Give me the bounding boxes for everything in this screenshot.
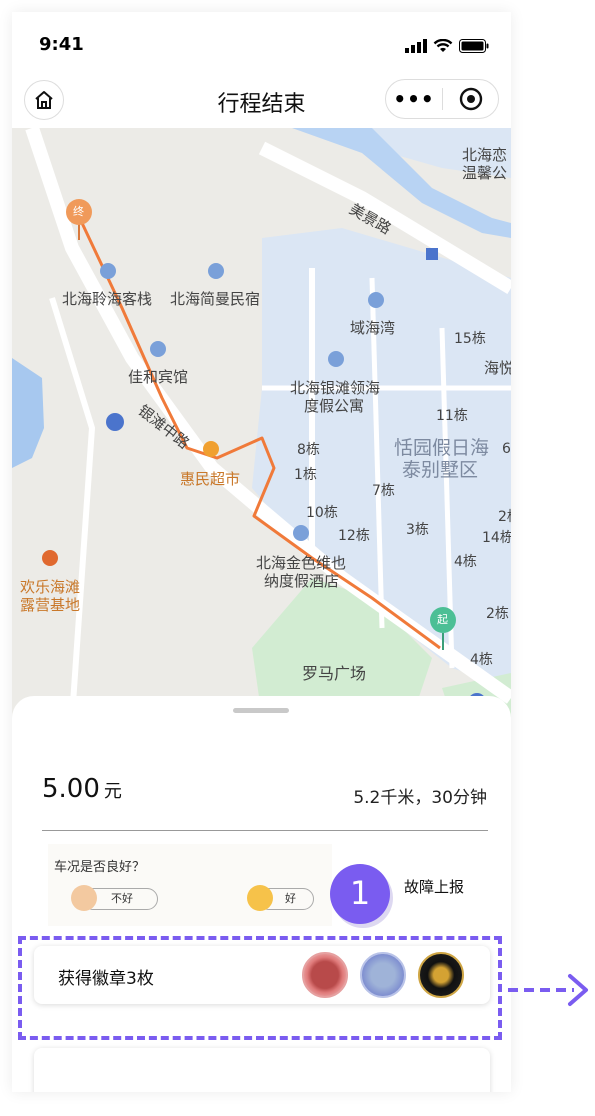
condition-question: 车况是否良好？ <box>54 860 146 875</box>
start-marker-label: 起 <box>437 613 448 626</box>
report-fault-link[interactable]: 故障上报 <box>404 876 464 897</box>
trip-map[interactable]: 北海聆海客栈 北海简曼民宿 佳和宾馆 域海湾 北海银滩领海 度假公寓 恬园假日海… <box>12 128 511 718</box>
building-label: 12栋 <box>338 528 370 544</box>
annotation-highlight-box <box>18 936 502 1040</box>
building-label: 3栋 <box>406 522 429 538</box>
good-condition-button[interactable]: 好 <box>247 885 314 911</box>
end-marker-label: 终 <box>73 205 84 218</box>
poi-label: 露营基地 <box>20 596 81 614</box>
poi-label: 域海湾 <box>350 319 396 337</box>
mini-program-capsule: ••• <box>385 79 499 119</box>
annotation-arrow-icon <box>508 974 588 1006</box>
bad-label: 不好 <box>111 892 133 905</box>
poi-label: 北海聆海客栈 <box>62 290 153 308</box>
vehicle-condition-card: 车况是否良好？ 不好 好 <box>48 844 332 926</box>
status-time: 9:41 <box>39 34 84 55</box>
building-label: 8栋 <box>297 442 320 458</box>
next-card <box>34 1048 490 1092</box>
poi-label: 度假公寓 <box>304 397 365 415</box>
status-bar: 9:41 <box>12 12 511 76</box>
signal-icon <box>405 39 427 53</box>
poi-label: 罗马广场 <box>302 664 367 683</box>
building-label: 7栋 <box>372 483 395 499</box>
building-label: 2栋 <box>498 509 511 525</box>
poi-label: 海悦 <box>484 359 511 377</box>
building-label: 2栋 <box>486 606 509 622</box>
phone-frame: 9:41 行程结束 ••• 北海聆海客栈 北海简曼民宿 佳和宾馆 域海湾 北海银… <box>12 12 511 1092</box>
happy-face-icon <box>247 885 273 911</box>
close-button[interactable] <box>443 87 498 111</box>
status-icons <box>405 38 489 54</box>
price-value: 5.00 <box>42 774 100 804</box>
drag-handle[interactable] <box>233 708 289 713</box>
good-label: 好 <box>285 892 296 905</box>
annotation-number-badge: 1 <box>330 864 390 924</box>
wifi-icon <box>433 39 453 52</box>
sad-face-icon <box>71 885 97 911</box>
building-label: 4栋 <box>470 652 493 668</box>
building-label: 11栋 <box>436 408 468 424</box>
more-button[interactable]: ••• <box>386 87 442 111</box>
building-label: 10栋 <box>306 505 338 521</box>
poi-label: 北海简曼民宿 <box>170 290 261 308</box>
bad-condition-button[interactable]: 不好 <box>71 885 158 911</box>
poi-label: 佳和宾馆 <box>128 368 189 386</box>
building-label: 4栋 <box>454 554 477 570</box>
building-label: 15栋 <box>454 331 486 347</box>
trip-distance-duration: 5.2千米，30分钟 <box>353 788 487 808</box>
building-label: 14栋 <box>482 530 511 546</box>
divider <box>42 830 488 831</box>
nav-bar: 行程结束 ••• <box>12 76 511 128</box>
area-label: 泰别墅区 <box>402 459 479 481</box>
battery-icon <box>459 39 489 53</box>
building-label: 1栋 <box>294 467 317 483</box>
building-label: 6 <box>502 441 511 457</box>
poi-label: 纳度假酒店 <box>264 572 340 590</box>
poi-label: 惠民超市 <box>180 470 241 488</box>
price-unit: 元 <box>103 781 122 802</box>
target-close-icon <box>459 87 482 111</box>
trip-price: 5.00 元 <box>42 774 122 804</box>
poi-label: 温馨公 <box>462 164 508 182</box>
